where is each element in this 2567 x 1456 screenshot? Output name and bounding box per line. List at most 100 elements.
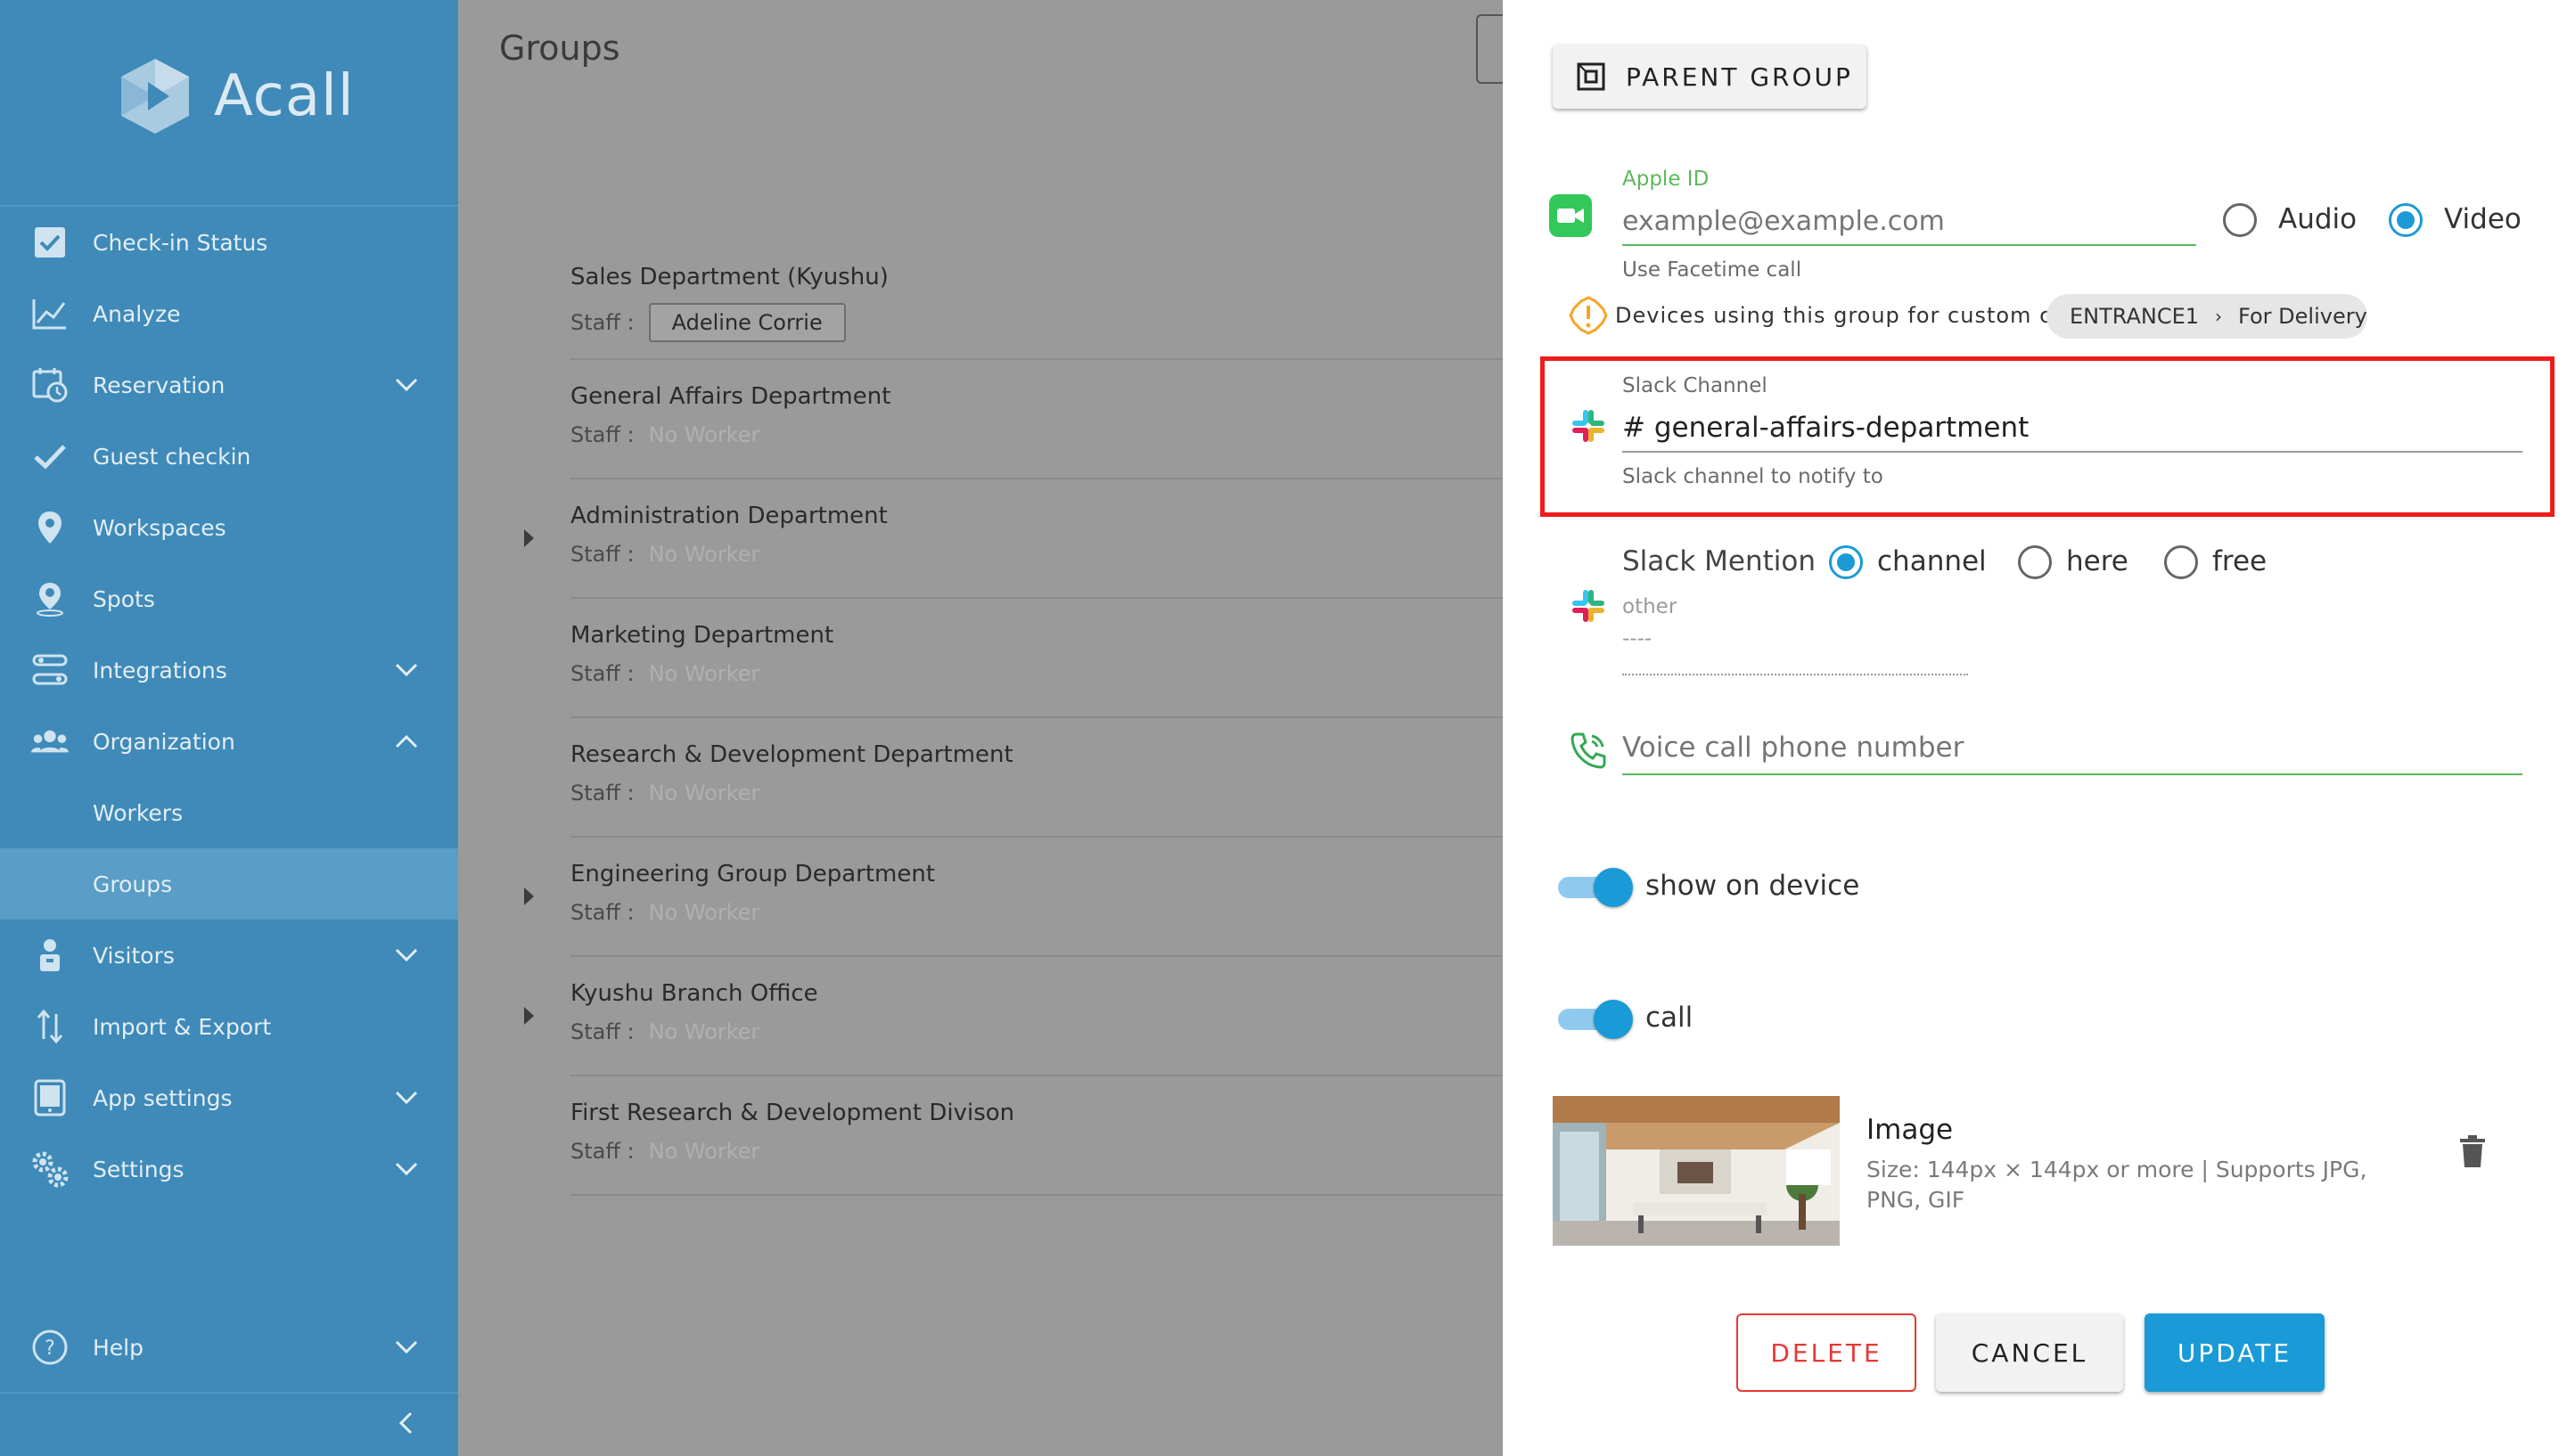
mention-free-radio[interactable] [2164, 545, 2198, 579]
acall-logo-icon [121, 59, 189, 134]
chevron-down-icon[interactable] [390, 939, 422, 971]
chevron-down-icon[interactable] [390, 1082, 422, 1114]
sidebar-item-visitors[interactable]: Visitors [0, 920, 458, 991]
chevron-down-icon[interactable] [390, 1331, 422, 1363]
checkbox-icon [30, 223, 70, 262]
staff-value: No Worker [648, 542, 760, 567]
group-row[interactable]: Research & Development Department Staff … [570, 718, 1515, 838]
sidebar-item-guest-checkin[interactable]: Guest checkin [0, 421, 458, 492]
facetime-icon [1549, 194, 1592, 237]
group-row[interactable]: Administration Department Staff : No Wor… [524, 479, 1515, 599]
staff-label: Staff : [570, 422, 635, 447]
help-circle-icon: ? [30, 1328, 70, 1367]
staff-value: No Worker [648, 900, 760, 925]
office-photo-image [1553, 1096, 1840, 1246]
group-staff: Staff : No Worker [570, 661, 759, 686]
app-logo[interactable]: Acall [114, 55, 355, 137]
import-export-icon [30, 1007, 70, 1046]
sidebar-item-label: Spots [93, 585, 155, 612]
image-title: Image [1866, 1114, 1954, 1146]
tablet-icon [30, 1078, 70, 1117]
sidebar-item-workers[interactable]: Workers [0, 777, 458, 848]
chevron-down-icon[interactable] [390, 1153, 422, 1185]
facetime-hint: Use Facetime call [1622, 258, 1802, 282]
sidebar-item-analyze[interactable]: Analyze [0, 278, 458, 349]
staff-value: No Worker [648, 422, 760, 447]
group-name: Sales Department (Kyushu) [570, 264, 889, 290]
apple-id-input[interactable] [1622, 198, 2196, 246]
group-row[interactable]: General Affairs Department Staff : No Wo… [570, 360, 1515, 479]
chevron-down-icon[interactable] [390, 369, 422, 401]
group-row[interactable]: Marketing Department Staff : No Worker [570, 599, 1515, 718]
group-row[interactable]: Sales Department (Kyushu) Staff : Adelin… [570, 241, 1515, 360]
sidebar-item-integrations[interactable]: Integrations [0, 634, 458, 706]
sidebar-item-app-settings[interactable]: App settings [0, 1062, 458, 1133]
sidebar-item-check-in-status[interactable]: Check-in Status [0, 207, 458, 278]
chevron-left-icon [398, 1411, 413, 1435]
group-staff: Staff : No Worker [570, 422, 759, 447]
slack-channel-input[interactable]: # general-affairs-department [1622, 405, 2522, 453]
show-on-device-toggle[interactable] [1558, 868, 1633, 907]
video-radio[interactable] [2389, 203, 2423, 237]
staff-value: No Worker [648, 1019, 760, 1044]
group-staff: Staff : Adeline Corrie [570, 303, 846, 342]
expand-arrow-icon[interactable] [524, 1007, 534, 1025]
staff-value: No Worker [648, 1139, 760, 1164]
chevron-up-icon[interactable] [390, 725, 422, 757]
sidebar-collapse-button[interactable] [392, 1408, 419, 1438]
mention-here-radio[interactable] [2018, 545, 2052, 579]
sidebar-item-organization[interactable]: Organization [0, 706, 458, 777]
staff-value: No Worker [648, 661, 760, 686]
staff-chip[interactable]: Adeline Corrie [648, 303, 846, 342]
people-icon [30, 722, 70, 761]
apple-id-label: Apple ID [1622, 168, 1710, 191]
sidebar-item-settings[interactable]: Settings [0, 1133, 458, 1205]
location-pin-icon [30, 508, 70, 547]
staff-label: Staff : [570, 900, 635, 925]
staff-label: Staff : [570, 1139, 635, 1164]
sidebar-item-groups[interactable]: Groups [0, 848, 458, 920]
call-toggle[interactable] [1558, 1000, 1633, 1039]
expand-arrow-icon[interactable] [524, 529, 534, 547]
update-button[interactable]: UPDATE [2145, 1313, 2325, 1392]
call-label: call [1645, 1002, 1694, 1034]
sidebar-item-reservation[interactable]: Reservation [0, 349, 458, 421]
sidebar-item-import-export[interactable]: Import & Export [0, 991, 458, 1062]
sidebar-item-label: App settings [93, 1084, 233, 1111]
group-image-thumbnail[interactable] [1553, 1096, 1840, 1246]
mention-free-label: free [2212, 545, 2268, 577]
groups-list-area: Groups Sales Department (Kyushu) Staff :… [458, 0, 1515, 1456]
group-staff: Staff : No Worker [570, 1139, 759, 1164]
group-name: Research & Development Department [570, 741, 1013, 768]
group-row[interactable]: First Research & Development Divison Sta… [570, 1076, 1515, 1196]
group-name: Engineering Group Department [570, 861, 936, 888]
group-name: First Research & Development Divison [570, 1100, 1015, 1126]
mention-here-label: here [2066, 545, 2128, 577]
sidebar-item-workspaces[interactable]: Workspaces [0, 492, 458, 563]
expand-arrow-icon[interactable] [524, 888, 534, 905]
voice-call-input[interactable] [1622, 722, 2522, 775]
chevron-down-icon[interactable] [390, 654, 422, 686]
slack-icon [1571, 408, 1606, 444]
slack-mention-label: Slack Mention [1622, 545, 1816, 577]
group-row[interactable]: Kyushu Branch Office Staff : No Worker [524, 957, 1515, 1076]
warning-icon [1569, 296, 1608, 335]
sidebar-item-help[interactable]: ? Help [0, 1312, 458, 1383]
mention-other-input[interactable]: ---- [1622, 627, 1968, 675]
group-row[interactable]: Engineering Group Department Staff : No … [524, 838, 1515, 957]
audio-radio[interactable] [2223, 203, 2257, 237]
custom-call-device-chip[interactable]: ENTRANCE1 › For Delivery [2046, 294, 2367, 339]
app-logo-text: Acall [214, 63, 355, 129]
sidebar-item-spots[interactable]: Spots [0, 563, 458, 634]
person-pin-icon [30, 579, 70, 618]
trash-icon[interactable] [2458, 1133, 2487, 1169]
cancel-button[interactable]: CANCEL [1936, 1313, 2123, 1392]
sidebar: Acall Check-in Status Analyze Reservatio… [0, 0, 458, 1456]
parent-group-button[interactable]: PARENT GROUP [1553, 45, 1866, 109]
staff-label: Staff : [570, 310, 635, 335]
sidebar-item-label: Help [93, 1334, 144, 1361]
mention-channel-radio[interactable] [1829, 545, 1863, 579]
group-staff: Staff : No Worker [570, 542, 759, 567]
integrations-icon [30, 650, 70, 690]
delete-button[interactable]: DELETE [1736, 1313, 1916, 1392]
